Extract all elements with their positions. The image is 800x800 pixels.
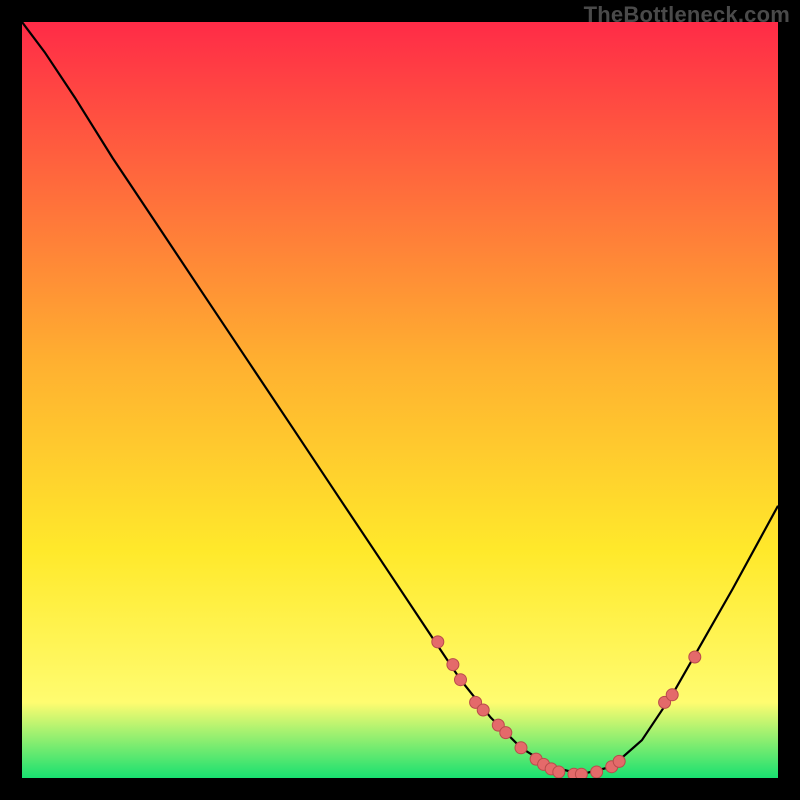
highlight-dot — [455, 674, 467, 686]
highlight-dot — [613, 755, 625, 767]
highlight-dot — [591, 766, 603, 778]
highlight-dot — [666, 689, 678, 701]
highlight-dot — [477, 704, 489, 716]
watermark-text: TheBottleneck.com — [584, 2, 790, 28]
highlight-dot — [500, 727, 512, 739]
highlight-dot — [575, 768, 587, 778]
highlight-dot — [553, 766, 565, 778]
gradient-background — [22, 22, 778, 778]
highlight-dot — [432, 636, 444, 648]
bottleneck-chart — [22, 22, 778, 778]
highlight-dot — [515, 742, 527, 754]
highlight-dot — [447, 659, 459, 671]
highlight-dot — [689, 651, 701, 663]
